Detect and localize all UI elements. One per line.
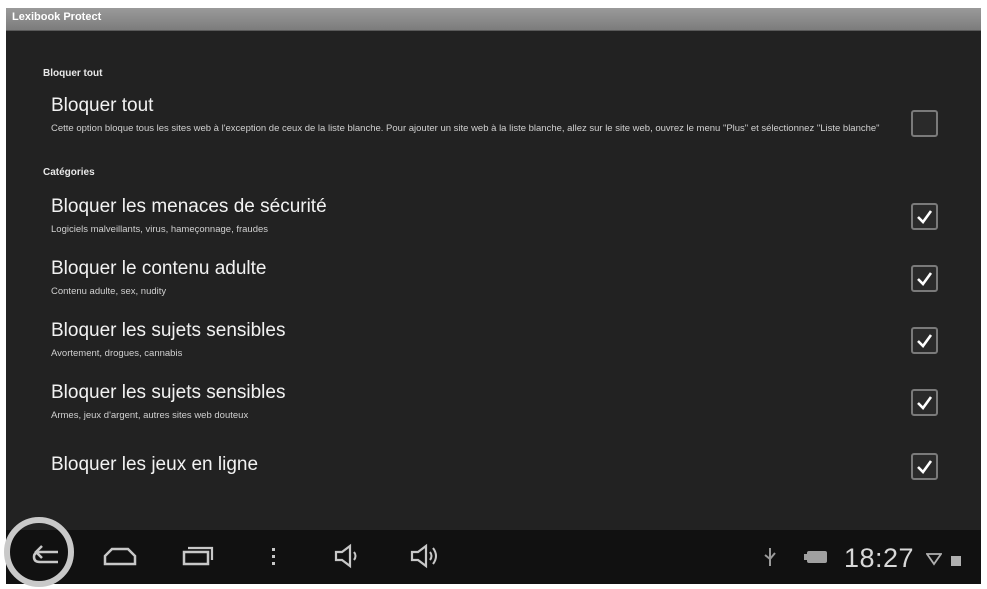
pref-item-sujets-sensibles-2[interactable]: Bloquer les sujets sensibles Armes, jeux… [6,380,981,430]
checkmark-icon [917,210,933,224]
recent-apps-icon [182,546,214,566]
checkbox-contenu-adulte[interactable] [911,265,938,292]
checkbox-sujets-sensibles-2[interactable] [911,389,938,416]
app-title: Lexibook Protect [12,11,102,23]
volume-up-button[interactable] [404,540,444,572]
volume-down-button[interactable] [328,540,368,572]
usb-icon [764,548,776,566]
checkmark-icon [917,460,933,474]
checkmark-icon [917,334,933,348]
checkmark-icon [917,272,933,286]
pref-item-jeux-en-ligne[interactable]: Bloquer les jeux en ligne [6,448,981,488]
section-header-bloquer-tout: Bloquer tout [43,68,103,79]
pref-title: Bloquer les menaces de sécurité [51,196,327,217]
checkbox-bloquer-tout[interactable] [911,110,938,137]
title-bar: Lexibook Protect [6,8,981,31]
home-icon [103,547,137,566]
pref-title: Bloquer le contenu adulte [51,258,267,279]
home-button[interactable] [100,540,140,572]
pref-summary: Avortement, drogues, cannabis [51,348,183,359]
signal-icon [951,556,961,566]
system-navigation-bar: 18:27 [6,530,981,584]
pref-item-menaces-securite[interactable]: Bloquer les menaces de sécurité Logiciel… [6,194,981,244]
pref-summary: Logiciels malveillants, virus, hameçonna… [51,224,269,235]
pref-item-sujets-sensibles-1[interactable]: Bloquer les sujets sensibles Avortement,… [6,318,981,368]
pref-title: Bloquer les jeux en ligne [51,454,259,475]
menu-button[interactable] [254,540,294,572]
volume-up-icon [410,543,437,569]
pref-title: Bloquer les sujets sensibles [51,382,286,403]
checkbox-menaces-securite[interactable] [911,203,938,230]
status-clock: 18:27 [844,543,915,573]
back-button[interactable] [28,540,68,572]
section-header-categories: Catégories [43,167,95,178]
pref-title: Bloquer tout [51,95,154,116]
pref-summary: Cette option bloque tous les sites web à… [51,123,880,134]
pref-item-bloquer-tout[interactable]: Bloquer tout Cette option bloque tous le… [6,93,981,155]
recent-apps-button[interactable] [176,540,216,572]
checkmark-icon [917,396,933,410]
pref-item-contenu-adulte[interactable]: Bloquer le contenu adulte Contenu adulte… [6,256,981,306]
menu-icon [272,548,275,565]
wifi-icon [926,553,942,566]
pref-title: Bloquer les sujets sensibles [51,320,286,341]
pref-summary: Contenu adulte, sex, nudity [51,286,167,297]
back-icon [32,545,58,564]
pref-summary: Armes, jeux d'argent, autres sites web d… [51,410,249,421]
checkbox-jeux-en-ligne[interactable] [911,453,938,480]
volume-down-icon [334,543,357,569]
app-screen: Lexibook Protect Bloquer tout Bloquer to… [6,8,981,584]
battery-icon [804,551,827,563]
checkbox-sujets-sensibles-1[interactable] [911,327,938,354]
